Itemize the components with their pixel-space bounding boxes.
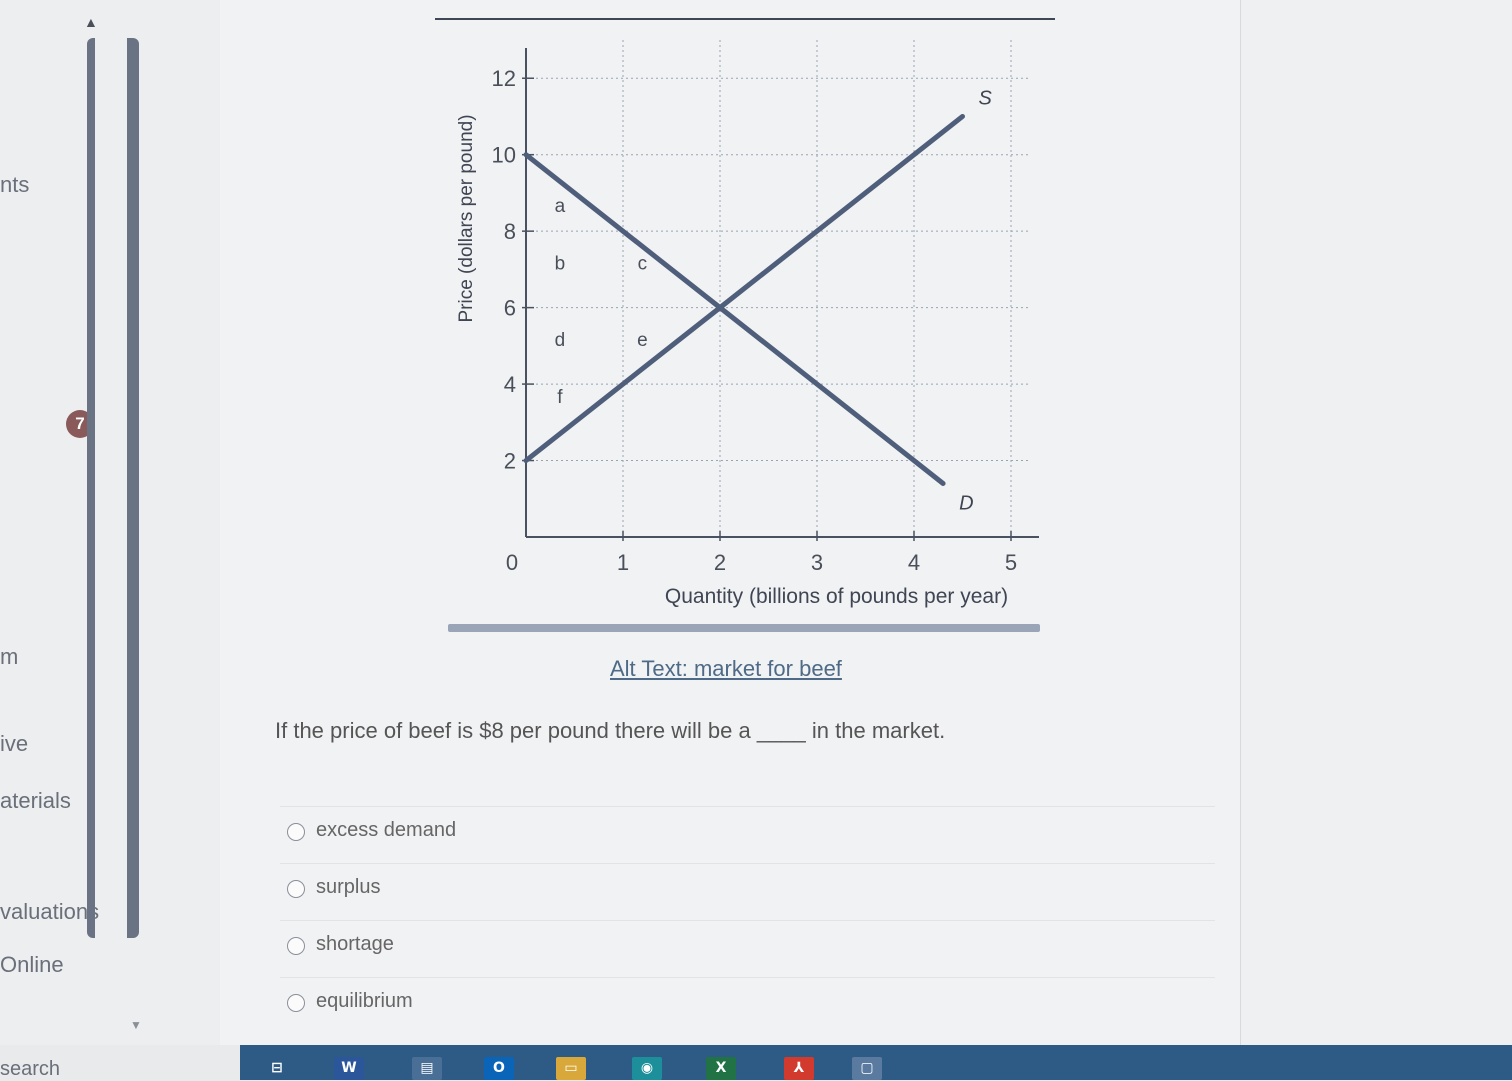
app-window-icon[interactable]: ▢: [852, 1057, 882, 1080]
option-label[interactable]: surplus: [316, 876, 380, 899]
radio-button[interactable]: [287, 994, 305, 1012]
x-tick-label: 2: [714, 550, 726, 575]
file-explorer-icon[interactable]: ▭: [556, 1057, 586, 1080]
region-label-d: d: [555, 330, 566, 351]
edge-icon[interactable]: ◉: [632, 1057, 662, 1080]
y-tick-label: 6: [504, 296, 516, 321]
sidebar-item-online[interactable]: Online: [0, 952, 64, 978]
x-tick-label: 4: [908, 550, 920, 575]
right-pane: [1240, 0, 1512, 1045]
x-tick-label: 1: [617, 550, 629, 575]
x-tick-label: 3: [811, 550, 823, 575]
x-tick-label: 0: [506, 550, 518, 575]
scroll-up-icon[interactable]: ▲: [84, 14, 98, 30]
taskbar: ⊟ W ▤ O ▭ ◉ X ⅄ ▢: [240, 1045, 1512, 1080]
sidebar-item-m[interactable]: m: [0, 644, 18, 670]
sidebar-item-contents[interactable]: nts: [0, 172, 29, 198]
x-tick-label: 5: [1005, 550, 1017, 575]
y-tick-label: 10: [492, 143, 516, 168]
sidebar-item-live[interactable]: ive: [0, 731, 28, 757]
scroll-down-icon[interactable]: ▼: [130, 1018, 142, 1032]
y-tick-label: 2: [504, 449, 516, 474]
supply-demand-chart: 246810120 1 2 3 4 5Quantity (billions of poun…: [456, 40, 1039, 608]
series-line-d: [523, 152, 946, 486]
answer-option[interactable]: shortage: [280, 920, 1215, 977]
y-axis-label: Price (dollars per pound): [456, 114, 477, 322]
sidebar-item-evaluations[interactable]: valuations: [0, 899, 99, 925]
option-label[interactable]: excess demand: [316, 819, 456, 842]
series-label-s: S: [979, 87, 993, 109]
radio-button[interactable]: [287, 880, 305, 898]
search-box[interactable]: search: [0, 1058, 60, 1081]
radio-button[interactable]: [287, 823, 305, 841]
y-tick-label: 8: [504, 219, 516, 244]
question-text: If the price of beef is $8 per pound the…: [275, 718, 946, 743]
y-tick-label: 4: [504, 372, 516, 397]
answer-option[interactable]: equilibrium: [280, 977, 1215, 1034]
sidebar-item-materials[interactable]: aterials: [0, 788, 71, 814]
region-label-e: e: [637, 330, 648, 351]
task-view-icon[interactable]: ⊟: [262, 1057, 292, 1080]
answer-option[interactable]: surplus: [280, 863, 1215, 920]
series-line-s: [523, 113, 965, 464]
chart-bottom-bar: [448, 624, 1040, 632]
series-label-d: D: [959, 492, 973, 514]
excel-icon[interactable]: X: [706, 1057, 736, 1080]
option-label[interactable]: shortage: [316, 933, 394, 956]
sidebar: nts 7 m ive aterials valuations Online ▲…: [0, 0, 221, 1045]
divider: [435, 18, 1055, 20]
alt-text-link[interactable]: Alt Text: market for beef: [610, 656, 842, 682]
word-icon[interactable]: W: [334, 1057, 364, 1080]
radio-button[interactable]: [287, 937, 305, 955]
x-axis-label: Quantity (billions of pounds per year): [665, 585, 1008, 608]
option-label[interactable]: equilibrium: [316, 990, 413, 1013]
acrobat-icon[interactable]: ⅄: [784, 1057, 814, 1080]
y-tick-label: 12: [492, 66, 516, 91]
region-label-b: b: [555, 253, 566, 274]
region-label-a: a: [555, 196, 566, 217]
answer-option[interactable]: excess demand: [280, 806, 1215, 863]
region-label-f: f: [557, 387, 563, 408]
outlook-icon[interactable]: O: [484, 1057, 514, 1080]
sidebar-scrollbar[interactable]: [87, 38, 139, 938]
region-label-c: c: [638, 253, 648, 274]
notepad-icon[interactable]: ▤: [412, 1057, 442, 1080]
